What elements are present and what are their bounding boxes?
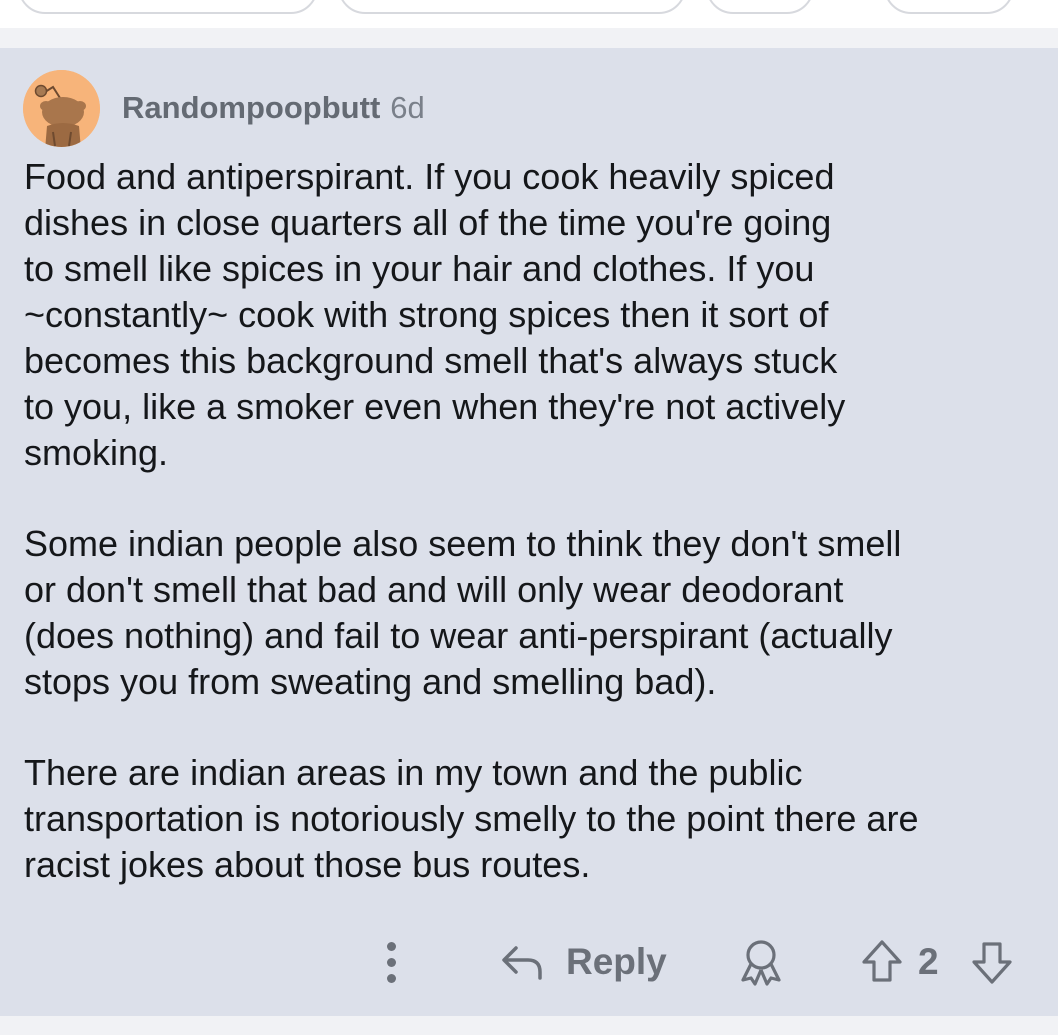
upvote-button[interactable]: [858, 936, 906, 988]
reply-arrow-icon: [502, 946, 542, 980]
comment-actions-bar: Reply 2: [0, 928, 1058, 998]
award-button[interactable]: [735, 936, 787, 988]
downvote-button[interactable]: [968, 936, 1016, 988]
snoo-avatar-icon: [23, 70, 100, 147]
previous-actions-strip: [0, 0, 1058, 28]
previous-action-pill[interactable]: [338, 0, 686, 14]
downvote-arrow-icon: [972, 942, 1012, 984]
reply-button[interactable]: Reply: [500, 936, 667, 988]
comment: Randompoopbutt 6d Food and antiperspirant…: [0, 48, 1058, 1016]
separator: [0, 28, 1058, 48]
more-options-button[interactable]: [372, 936, 412, 988]
comment-body: Food and antiperspirant. If you cook hea…: [24, 154, 1034, 888]
upvote-arrow-icon: [862, 940, 902, 982]
previous-action-pill[interactable]: [706, 0, 814, 14]
vote-score: 2: [918, 941, 939, 982]
comment-age: 6d: [390, 90, 425, 125]
separator: [0, 1016, 1058, 1035]
comment-paragraph: Food and antiperspirant. If you cook hea…: [24, 156, 846, 473]
comment-paragraph: Some indian people also seem to think th…: [24, 523, 902, 702]
reply-label: Reply: [566, 941, 667, 982]
previous-action-pill[interactable]: [18, 0, 318, 14]
previous-action-pill[interactable]: [884, 0, 1014, 14]
comment-paragraph: There are indian areas in my town and th…: [24, 752, 919, 885]
comment-meta: Randompoopbutt 6d: [122, 88, 425, 128]
username[interactable]: Randompoopbutt: [122, 90, 380, 125]
avatar[interactable]: [23, 70, 100, 147]
award-icon: [741, 940, 781, 986]
